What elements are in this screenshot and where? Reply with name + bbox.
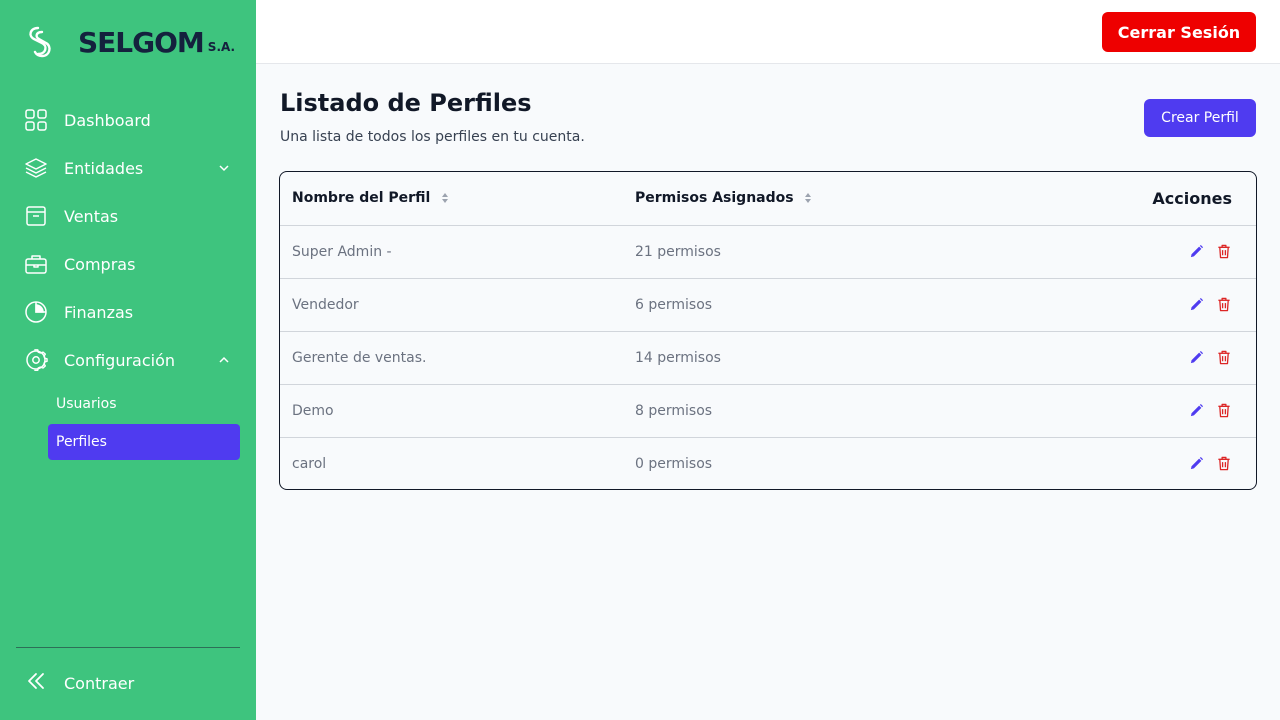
column-header-name[interactable]: Nombre del Perfil bbox=[280, 172, 635, 225]
brand-logo[interactable]: SELGOM S.A. bbox=[24, 22, 235, 62]
double-chevron-left-icon bbox=[24, 669, 48, 697]
profile-name-cell: Gerente de ventas. bbox=[292, 349, 427, 366]
actions-cell bbox=[1095, 225, 1256, 278]
profile-name-cell: Super Admin - bbox=[292, 243, 392, 260]
grid-icon bbox=[24, 108, 48, 132]
table-row: Super Admin - 21 permisos bbox=[280, 225, 1256, 278]
profile-name-cell: carol bbox=[292, 455, 327, 472]
collapse-sidebar-button[interactable]: Contraer bbox=[24, 671, 134, 695]
permissions-count-cell: 0 permisos bbox=[635, 455, 713, 472]
sort-icon[interactable] bbox=[804, 192, 812, 204]
sidebar-item-configuracion[interactable]: Configuración bbox=[0, 336, 256, 384]
pie-chart-icon bbox=[24, 300, 48, 324]
actions-cell bbox=[1095, 384, 1256, 437]
table-header-row: Nombre del Perfil Permisos Asignados Acc… bbox=[280, 172, 1256, 225]
sidebar-item-label: Ventas bbox=[64, 206, 119, 226]
sidebar: SELGOM S.A. Dashboard Entidades Ventas C… bbox=[0, 0, 256, 720]
edit-icon[interactable] bbox=[1188, 403, 1204, 419]
actions-cell bbox=[1095, 331, 1256, 384]
table-row: Vendedor 6 permisos bbox=[280, 278, 1256, 331]
table-body: Super Admin - 21 permisos Vendedor 6 permis… bbox=[280, 225, 1256, 489]
briefcase-icon bbox=[24, 252, 48, 276]
trash-icon[interactable] bbox=[1216, 297, 1232, 313]
permissions-count-cell: 6 permisos bbox=[635, 296, 713, 313]
column-header-label: Nombre del Perfil bbox=[292, 190, 431, 207]
collapse-label: Contraer bbox=[64, 673, 135, 693]
trash-icon[interactable] bbox=[1216, 244, 1232, 260]
sidebar-item-label: Compras bbox=[64, 254, 136, 274]
sidebar-item-finanzas[interactable]: Finanzas bbox=[0, 288, 256, 336]
permissions-count-cell: 14 permisos bbox=[635, 349, 721, 366]
logout-button[interactable]: Cerrar Sesión bbox=[1102, 12, 1256, 52]
sidebar-item-entidades[interactable]: Entidades bbox=[0, 144, 256, 192]
topbar: Cerrar Sesión bbox=[256, 0, 1280, 64]
create-profile-button[interactable]: Crear Perfil bbox=[1144, 99, 1256, 137]
sidebar-item-label: Dashboard bbox=[64, 110, 151, 130]
edit-icon[interactable] bbox=[1188, 456, 1204, 472]
brand-name: SELGOM bbox=[78, 25, 205, 59]
archive-box-icon bbox=[24, 204, 48, 228]
trash-icon[interactable] bbox=[1216, 456, 1232, 472]
sidebar-subitem-label: Perfiles bbox=[56, 434, 107, 450]
column-header-label: Permisos Asignados bbox=[635, 190, 794, 207]
sidebar-item-label: Entidades bbox=[64, 158, 144, 178]
sidebar-subitem-usuarios[interactable]: Usuarios bbox=[48, 386, 240, 422]
edit-icon[interactable] bbox=[1188, 244, 1204, 260]
column-header-permissions[interactable]: Permisos Asignados bbox=[635, 172, 1095, 225]
page-title: Listado de Perfiles bbox=[280, 89, 532, 117]
gear-icon bbox=[24, 348, 48, 372]
layers-icon bbox=[24, 156, 48, 180]
actions-cell bbox=[1095, 437, 1256, 489]
table-row: carol 0 permisos bbox=[280, 437, 1256, 489]
page-subtitle: Una lista de todos los perfiles en tu cu… bbox=[280, 129, 585, 145]
chevron-up-icon[interactable] bbox=[216, 352, 232, 368]
table-row: Demo 8 permisos bbox=[280, 384, 1256, 437]
sidebar-item-dashboard[interactable]: Dashboard bbox=[0, 96, 256, 144]
profile-name-cell: Vendedor bbox=[292, 296, 359, 313]
sort-icon[interactable] bbox=[441, 192, 449, 204]
actions-cell bbox=[1095, 278, 1256, 331]
table-row: Gerente de ventas. 14 permisos bbox=[280, 331, 1256, 384]
permissions-count-cell: 21 permisos bbox=[635, 243, 721, 260]
sidebar-subitem-label: Usuarios bbox=[56, 396, 117, 412]
sidebar-item-label: Finanzas bbox=[64, 302, 134, 322]
sidebar-item-ventas[interactable]: Ventas bbox=[0, 192, 256, 240]
sidebar-subitem-perfiles[interactable]: Perfiles bbox=[48, 424, 240, 460]
sidebar-divider bbox=[16, 647, 240, 648]
profile-name-cell: Demo bbox=[292, 402, 334, 419]
edit-icon[interactable] bbox=[1188, 297, 1204, 313]
trash-icon[interactable] bbox=[1216, 403, 1232, 419]
brand-suffix: S.A. bbox=[207, 40, 236, 54]
profiles-table: Nombre del Perfil Permisos Asignados Acc… bbox=[279, 171, 1257, 490]
chevron-down-icon[interactable] bbox=[216, 160, 232, 176]
edit-icon[interactable] bbox=[1188, 350, 1204, 366]
sidebar-item-compras[interactable]: Compras bbox=[0, 240, 256, 288]
sidebar-nav: Dashboard Entidades Ventas Compras Finan… bbox=[0, 96, 256, 462]
selgom-logo-icon bbox=[29, 26, 51, 58]
column-header-actions: Acciones bbox=[1152, 188, 1232, 208]
sidebar-item-label: Configuración bbox=[64, 350, 176, 370]
trash-icon[interactable] bbox=[1216, 350, 1232, 366]
permissions-count-cell: 8 permisos bbox=[635, 402, 713, 419]
